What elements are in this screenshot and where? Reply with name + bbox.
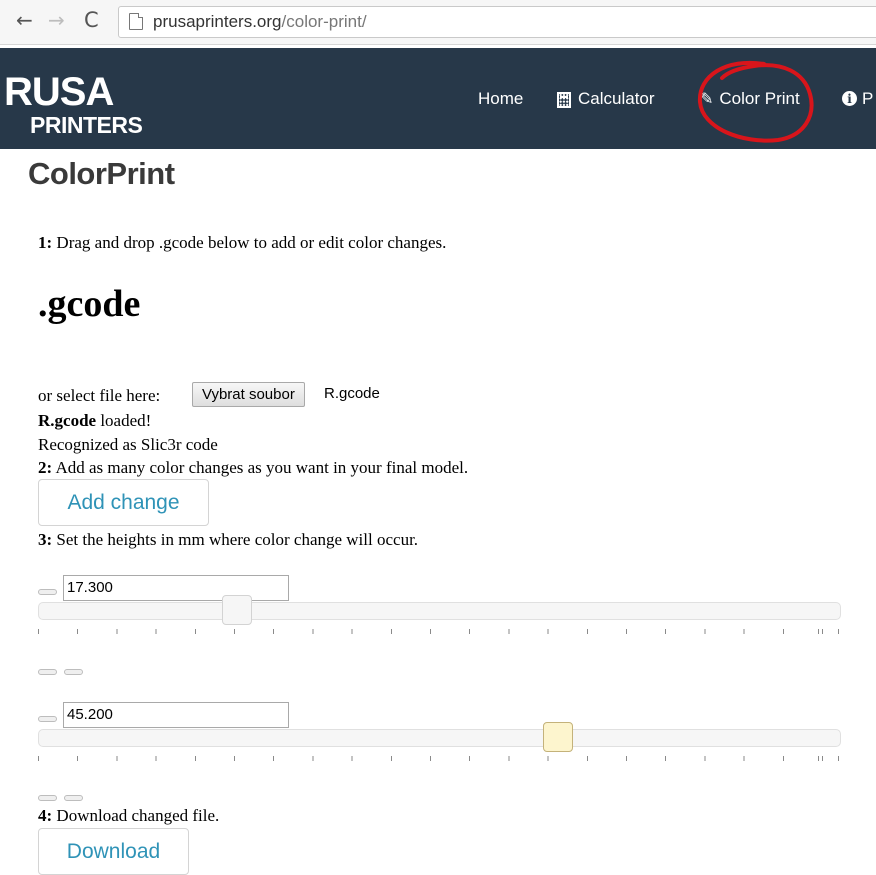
remove-change-button[interactable] bbox=[38, 589, 57, 595]
loaded-file-name: R.gcode bbox=[38, 411, 97, 430]
loaded-status: R.gcode loaded! bbox=[38, 411, 151, 431]
move-change-button[interactable] bbox=[38, 795, 57, 801]
download-button[interactable]: Download bbox=[38, 828, 189, 875]
height-input-1[interactable]: 17.300 bbox=[63, 575, 289, 601]
nav-calculator-label: Calculator bbox=[578, 88, 655, 108]
browser-toolbar: ← → C prusaprinters.org/color-print/ bbox=[0, 0, 876, 45]
gcode-drop-zone-heading[interactable]: .gcode bbox=[38, 282, 140, 326]
nav-color-print[interactable]: ✎ Color Print bbox=[700, 48, 800, 149]
step2-instruction: 2: Add as many color changes as you want… bbox=[38, 458, 468, 478]
step3-text: Set the heights in mm where color change… bbox=[52, 530, 419, 549]
info-icon: i bbox=[842, 91, 857, 106]
step3-number: 3: bbox=[38, 530, 53, 549]
calculator-icon bbox=[557, 91, 571, 108]
nav-home-label: Home bbox=[478, 88, 524, 108]
back-arrow-icon[interactable]: ← bbox=[16, 10, 33, 30]
slider-ticks-end-2 bbox=[818, 756, 844, 761]
url-text: prusaprinters.org/color-print/ bbox=[153, 12, 367, 32]
nav-info-label: P bbox=[862, 88, 874, 108]
chosen-file-name: R.gcode bbox=[324, 385, 380, 402]
nav-calculator[interactable]: Calculator bbox=[557, 48, 655, 149]
step4-number: 4: bbox=[38, 806, 53, 825]
step3-instruction: 3: Set the heights in mm where color cha… bbox=[38, 530, 418, 550]
height-slider-track-2[interactable] bbox=[38, 729, 841, 747]
slider-ticks-end-1 bbox=[818, 629, 844, 634]
reload-icon[interactable]: C bbox=[84, 10, 99, 31]
step1-text: Drag and drop .gcode below to add or edi… bbox=[52, 233, 447, 252]
step4-instruction: 4: Download changed file. bbox=[38, 806, 219, 826]
forward-arrow-icon[interactable]: → bbox=[48, 10, 65, 30]
site-header: RUSA PRINTERS Home Calculator ✎ Color Pr… bbox=[0, 48, 876, 149]
logo-text-top[interactable]: RUSA bbox=[4, 72, 114, 112]
page-title: ColorPrint bbox=[28, 156, 175, 191]
step2-number: 2: bbox=[38, 458, 53, 477]
step2-text: Add as many color changes as you want in… bbox=[52, 458, 469, 477]
step1-instruction: 1: Drag and drop .gcode below to add or … bbox=[38, 233, 446, 253]
step1-number: 1: bbox=[38, 233, 53, 252]
nav-color-print-label: Color Print bbox=[719, 88, 800, 108]
recognized-status: Recognized as Slic3r code bbox=[38, 435, 218, 454]
page-icon bbox=[129, 13, 143, 30]
url-path: /color-print/ bbox=[281, 12, 367, 31]
slider-ticks-2 bbox=[38, 756, 844, 761]
address-bar[interactable]: prusaprinters.org/color-print/ bbox=[118, 6, 876, 38]
step4-text: Download changed file. bbox=[52, 806, 220, 825]
nav-home[interactable]: Home bbox=[478, 48, 523, 149]
height-slider-handle-2[interactable] bbox=[543, 722, 573, 752]
logo-text-bottom[interactable]: PRINTERS bbox=[30, 112, 143, 138]
remove-change-button[interactable] bbox=[38, 716, 57, 722]
choose-file-button[interactable]: Vybrat soubor bbox=[192, 382, 305, 407]
move-change-button[interactable] bbox=[64, 669, 83, 675]
height-input-2[interactable]: 45.200 bbox=[63, 702, 289, 728]
height-slider-handle-1[interactable] bbox=[222, 595, 252, 625]
slider-ticks-1 bbox=[38, 629, 844, 634]
pencil-icon: ✎ bbox=[700, 90, 714, 108]
move-change-button[interactable] bbox=[38, 669, 57, 675]
nav-info[interactable]: i P bbox=[842, 48, 873, 149]
select-file-label: or select file here: bbox=[38, 386, 161, 405]
add-change-button[interactable]: Add change bbox=[38, 479, 209, 526]
loaded-status-text: loaded! bbox=[96, 411, 152, 430]
move-change-button[interactable] bbox=[64, 795, 83, 801]
height-slider-track-1[interactable] bbox=[38, 602, 841, 620]
url-host: prusaprinters.org bbox=[153, 12, 282, 31]
